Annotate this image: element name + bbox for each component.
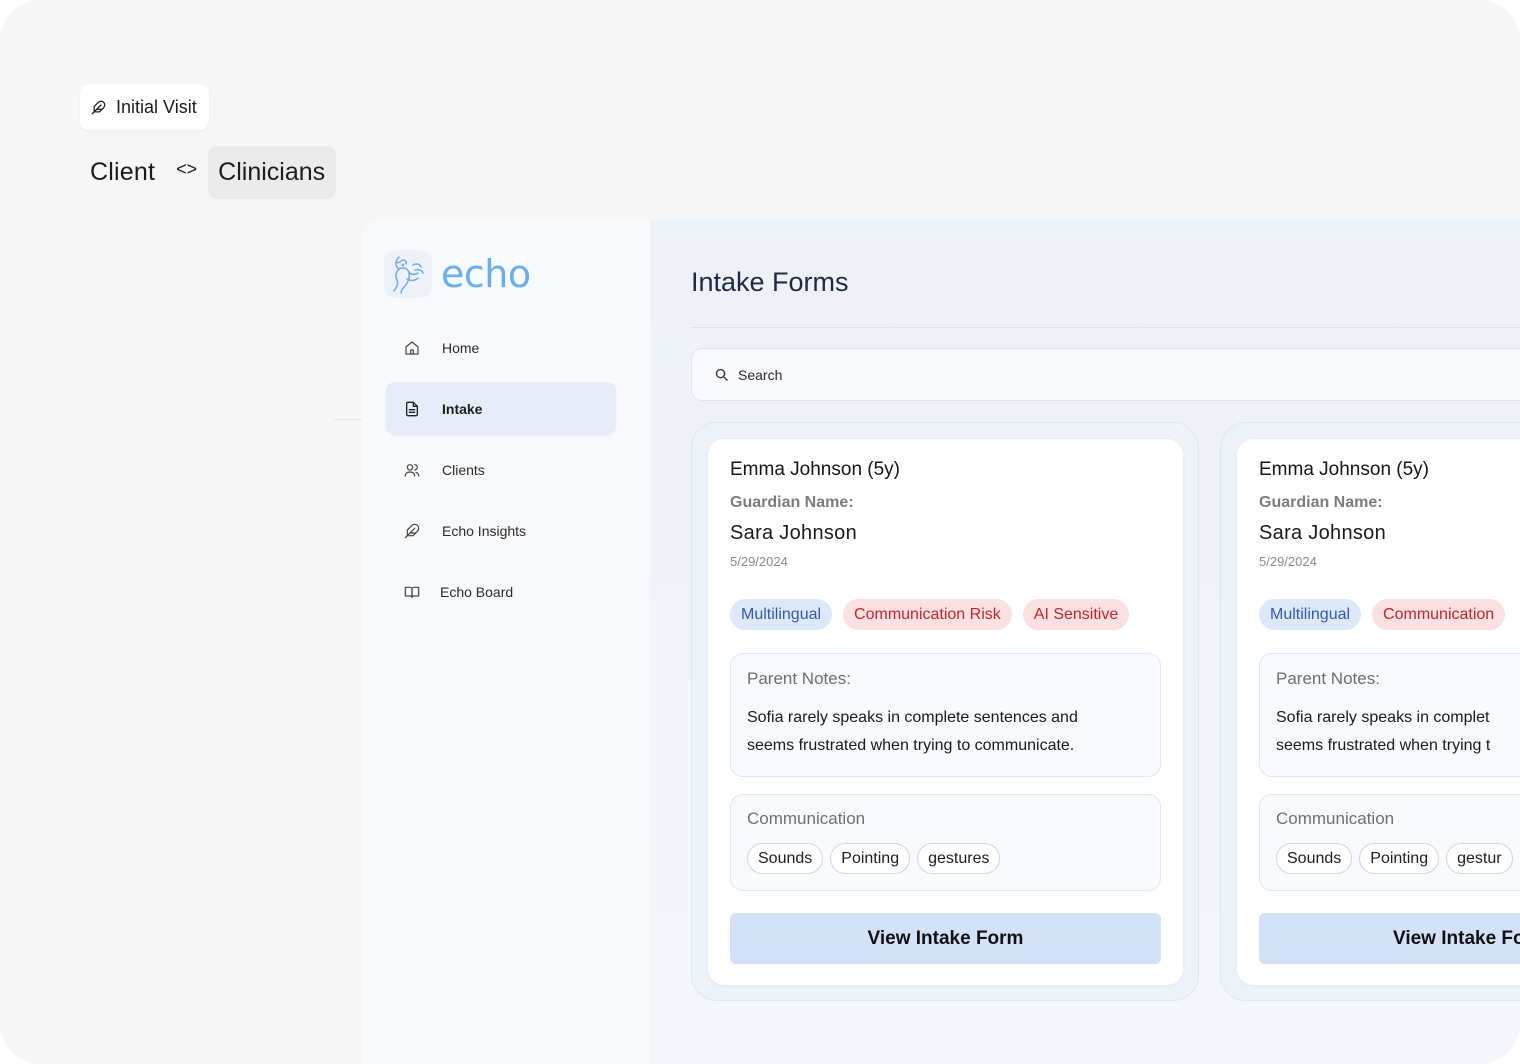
parent-notes-line: seems frustrated when trying t xyxy=(1276,737,1491,754)
sidebar-item-echo-board[interactable]: Echo Board xyxy=(386,565,616,618)
chip-gestures: gestures xyxy=(917,843,1001,874)
screen-frame: Initial Visit Client <> Clinicians echo … xyxy=(0,0,1520,1064)
parent-notes-line: seems frustrated when trying to communic… xyxy=(747,737,1075,754)
bird-hand-logo xyxy=(384,250,432,298)
parent-notes-box: Parent Notes: Sofia rarely speaks in com… xyxy=(730,653,1161,777)
parent-notes-text: Sofia rarely speaks in complete sentence… xyxy=(747,704,1147,760)
tag-multilingual: Multilingual xyxy=(1259,599,1362,630)
communication-box: Communication Sounds Pointing gestures xyxy=(730,794,1161,891)
sidebar: echo Home Intake Clients Echo Insights E… xyxy=(362,220,650,1064)
chip-sounds: Sounds xyxy=(747,843,824,874)
title-divider xyxy=(691,327,1520,328)
communication-box: Communication Sounds Pointing gestur xyxy=(1259,794,1520,891)
search-icon xyxy=(715,368,728,381)
users-icon xyxy=(404,462,420,478)
initial-visit-pill[interactable]: Initial Visit xyxy=(80,84,209,130)
communication-label: Communication xyxy=(747,809,866,828)
feather-icon xyxy=(404,523,420,539)
sidebar-item-intake[interactable]: Intake xyxy=(386,382,616,435)
intake-card-inner: Emma Johnson (5y) Guardian Name: Sara Jo… xyxy=(1237,439,1520,985)
sidebar-item-label: Clients xyxy=(442,461,485,478)
communication-chips: Sounds Pointing gestur xyxy=(1276,843,1513,874)
guardian-label: Guardian Name: xyxy=(1259,494,1383,511)
sidebar-item-clients[interactable]: Clients xyxy=(386,443,616,496)
document-icon xyxy=(404,401,420,417)
chip-pointing: Pointing xyxy=(830,843,911,874)
sidebar-item-label: Echo Insights xyxy=(442,522,527,539)
intake-date: 5/29/2024 xyxy=(730,554,788,569)
parent-notes-line: Sofia rarely speaks in complet xyxy=(1276,709,1490,726)
tag-list: Multilingual Communication Risk AI Sensi… xyxy=(730,599,1130,630)
intake-card: Emma Johnson (5y) Guardian Name: Sara Jo… xyxy=(1220,422,1520,1001)
view-intake-form-button[interactable]: View Intake Fo xyxy=(1259,913,1520,964)
guardian-name: Sara Johnson xyxy=(1259,522,1387,544)
intake-card: Emma Johnson (5y) Guardian Name: Sara Jo… xyxy=(691,422,1199,1001)
communication-chips: Sounds Pointing gestures xyxy=(747,843,1001,874)
home-icon xyxy=(404,340,420,356)
role-client-tab[interactable]: Client xyxy=(90,158,155,187)
communication-label: Communication xyxy=(1276,809,1395,828)
chip-gestures: gestur xyxy=(1446,843,1513,874)
tag-communication-risk: Communication Risk xyxy=(843,599,1012,630)
logo-text: echo xyxy=(441,252,531,296)
chip-pointing: Pointing xyxy=(1359,843,1440,874)
sidebar-item-label: Echo Board xyxy=(440,583,514,600)
view-intake-form-button[interactable]: View Intake Form xyxy=(730,913,1161,964)
app-window: echo Home Intake Clients Echo Insights E… xyxy=(362,220,1520,1064)
intake-card-inner: Emma Johnson (5y) Guardian Name: Sara Jo… xyxy=(708,439,1183,985)
sidebar-item-label: Home xyxy=(442,339,480,356)
client-name: Emma Johnson (5y) xyxy=(1259,459,1430,480)
sidebar-item-home[interactable]: Home xyxy=(386,321,616,374)
role-clinicians-tab[interactable]: Clinicians xyxy=(208,146,337,199)
guardian-name: Sara Johnson xyxy=(730,522,858,544)
parent-notes-line: Sofia rarely speaks in complete sentence… xyxy=(747,709,1078,726)
sidebar-item-label: Intake xyxy=(442,400,483,417)
tag-ai-sensitive: AI Sensitive xyxy=(1022,599,1130,630)
guardian-label: Guardian Name: xyxy=(730,494,854,511)
feather-icon xyxy=(91,100,106,114)
tag-list: Multilingual Communication xyxy=(1259,599,1506,630)
logo[interactable]: echo xyxy=(384,250,531,298)
initial-visit-label: Initial Visit xyxy=(116,96,197,117)
parent-notes-text: Sofia rarely speaks in complet seems fru… xyxy=(1276,704,1520,760)
client-name: Emma Johnson (5y) xyxy=(730,459,901,480)
chip-sounds: Sounds xyxy=(1276,843,1353,874)
search-input[interactable]: Search xyxy=(691,348,1520,401)
role-separator: <> xyxy=(176,159,198,179)
parent-notes-label: Parent Notes: xyxy=(747,669,851,688)
search-placeholder: Search xyxy=(738,366,783,383)
tag-multilingual: Multilingual xyxy=(730,599,833,630)
parent-notes-box: Parent Notes: Sofia rarely speaks in com… xyxy=(1259,653,1520,777)
sidebar-item-echo-insights[interactable]: Echo Insights xyxy=(386,504,616,557)
main-panel: Intake Forms Search Emma Johnson (5y) Gu… xyxy=(650,220,1520,1064)
role-switcher: Client <> Clinicians xyxy=(90,146,337,199)
intake-date: 5/29/2024 xyxy=(1259,554,1317,569)
book-icon xyxy=(404,584,420,600)
parent-notes-label: Parent Notes: xyxy=(1276,669,1380,688)
tag-communication: Communication xyxy=(1372,599,1506,630)
page-title: Intake Forms xyxy=(691,267,849,297)
